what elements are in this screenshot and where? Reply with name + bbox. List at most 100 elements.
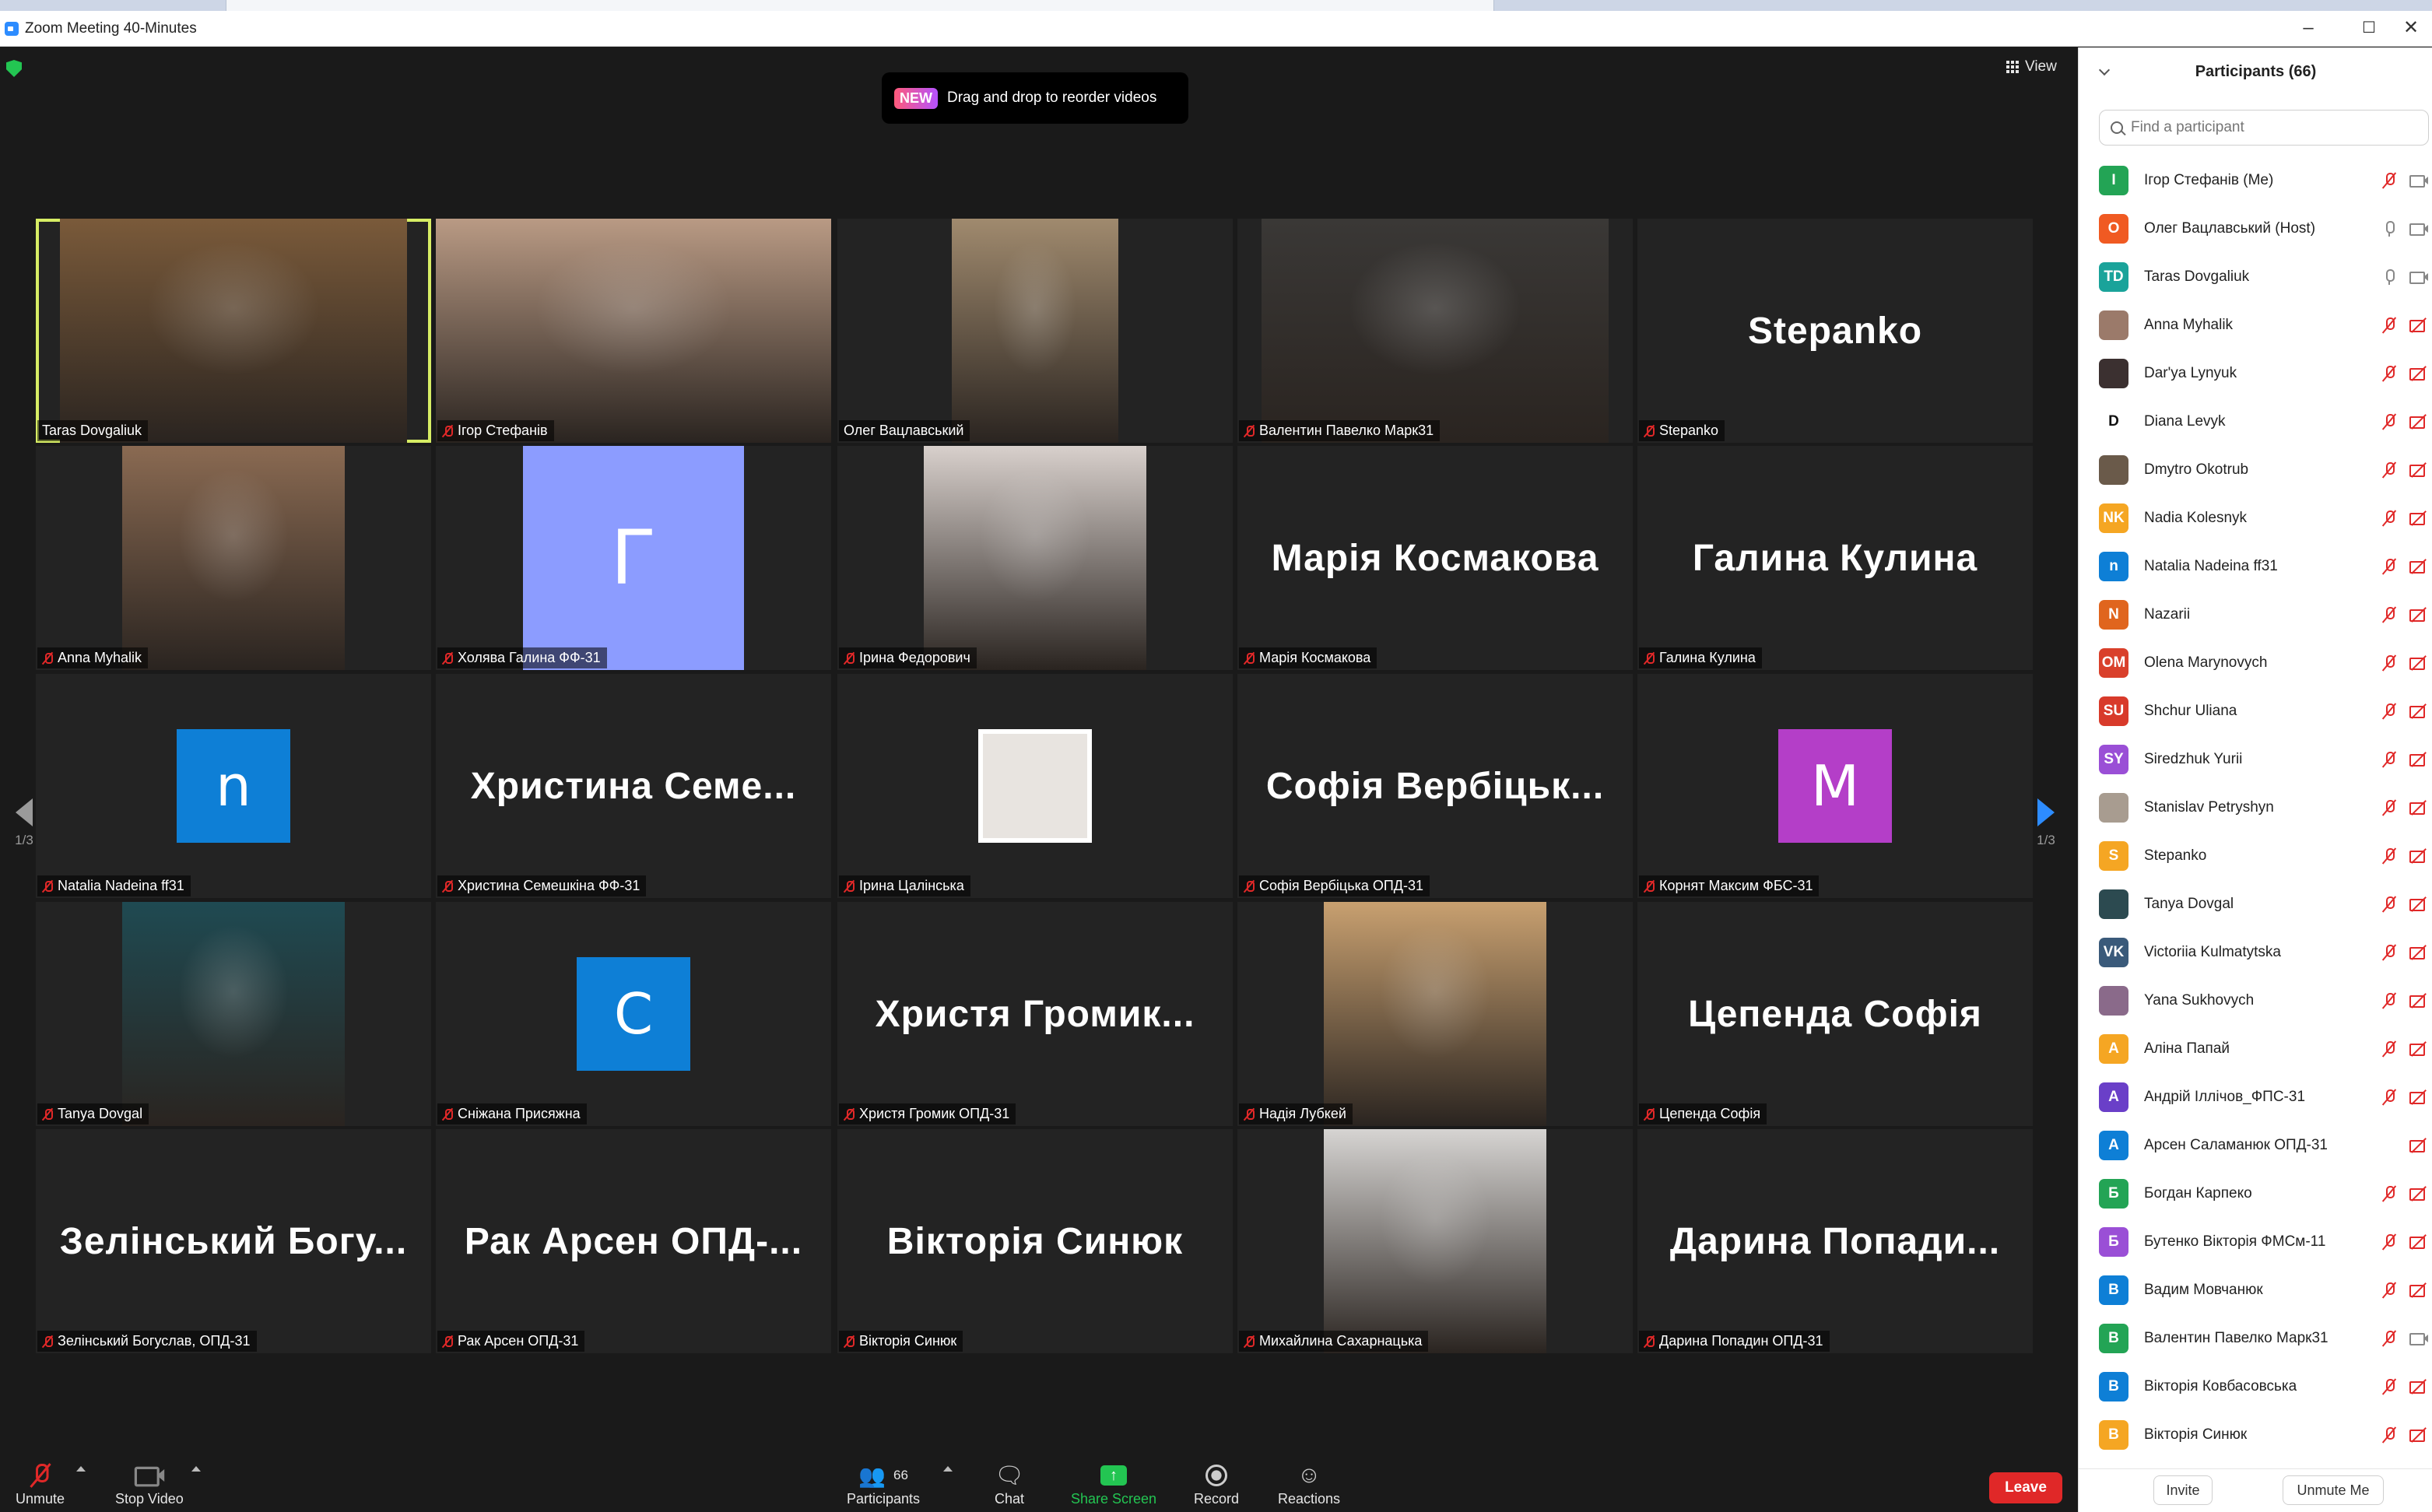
participant-row[interactable]: Anna Myhalik bbox=[2099, 301, 2429, 349]
video-tile[interactable]: Г Холява Галина ФФ-31 bbox=[436, 446, 831, 670]
participant-row[interactable]: OM Olena Marynovych bbox=[2099, 639, 2429, 687]
participant-status-icons bbox=[2381, 896, 2429, 913]
video-tile[interactable]: Христя Громик... Христя Громик ОПД-31 bbox=[837, 902, 1233, 1126]
participant-row[interactable]: Stanislav Petryshyn bbox=[2099, 784, 2429, 832]
chat-button[interactable]: 🗨 Chat bbox=[995, 1460, 1024, 1507]
video-tile[interactable]: Михайлина Сахарнацька bbox=[1237, 1129, 1633, 1353]
tile-name-label: Stepanko bbox=[1639, 420, 1725, 441]
reorder-toast: NEW Drag and drop to reorder videos bbox=[882, 72, 1188, 124]
participant-video bbox=[1324, 902, 1546, 1126]
minimize-button[interactable]: – bbox=[2285, 17, 2332, 40]
chat-label: Chat bbox=[995, 1491, 1025, 1507]
tile-name-label: Taras Dovgaliuk bbox=[37, 420, 149, 441]
mic-muted-icon bbox=[2381, 751, 2398, 768]
video-tile[interactable]: Цепенда Софія Цепенда Софія bbox=[1637, 902, 2033, 1126]
participant-name: Victoriia Kulmatytska bbox=[2144, 944, 2281, 960]
mic-muted-icon bbox=[2381, 703, 2398, 720]
participants-options-caret[interactable] bbox=[943, 1466, 953, 1472]
mic-muted-icon bbox=[1644, 880, 1655, 893]
video-tile[interactable]: Stepanko Stepanko bbox=[1637, 219, 2033, 443]
participant-row[interactable]: A Аліна Папай bbox=[2099, 1025, 2429, 1073]
mic-muted-icon bbox=[2381, 1378, 2398, 1395]
participant-row[interactable]: NK Nadia Kolesnyk bbox=[2099, 494, 2429, 542]
page-indicator-left: 1/3 bbox=[15, 833, 33, 847]
participant-row[interactable]: A Андрій Іллічов_ФПС-31 bbox=[2099, 1073, 2429, 1121]
video-tile[interactable]: Надія Лубкей bbox=[1237, 902, 1633, 1126]
video-options-caret[interactable] bbox=[191, 1466, 201, 1472]
avatar: A bbox=[2099, 1082, 2128, 1112]
search-icon bbox=[2111, 121, 2123, 134]
participant-row[interactable]: Dmytro Okotrub bbox=[2099, 446, 2429, 494]
participant-row[interactable]: VK Victoriia Kulmatytska bbox=[2099, 928, 2429, 977]
new-badge: NEW bbox=[894, 87, 938, 109]
participant-row[interactable]: Б Бутенко Вікторія ФМСм-11 bbox=[2099, 1218, 2429, 1266]
participant-row[interactable]: B Валентин Павелко Марк31 bbox=[2099, 1314, 2429, 1363]
video-tile[interactable]: Олег Вацлавський bbox=[837, 219, 1233, 443]
close-button[interactable]: ✕ bbox=[2388, 17, 2432, 40]
participant-row[interactable]: A Арсен Саламанюк ОПД-31 bbox=[2099, 1121, 2429, 1170]
record-button[interactable]: Record bbox=[1194, 1460, 1239, 1507]
participant-row[interactable]: D Diana Levyk bbox=[2099, 398, 2429, 446]
participant-row[interactable]: S Stepanko bbox=[2099, 832, 2429, 880]
participant-name: Natalia Nadeina ff31 bbox=[2144, 558, 2278, 574]
participant-search[interactable] bbox=[2099, 110, 2429, 146]
participant-row[interactable]: Б Богдан Карпеко bbox=[2099, 1170, 2429, 1218]
participant-row[interactable]: Tanya Dovgal bbox=[2099, 880, 2429, 928]
video-tile[interactable]: Tanya Dovgal bbox=[36, 902, 431, 1126]
participant-row[interactable]: I Ігор Стефанів (Me) bbox=[2099, 156, 2429, 205]
participant-video bbox=[1262, 219, 1609, 443]
view-button[interactable]: View bbox=[2006, 58, 2057, 75]
next-page-button[interactable]: 1/3 bbox=[2033, 798, 2059, 861]
mic-muted-icon bbox=[2381, 461, 2398, 479]
participant-row[interactable]: O Олег Вацлавський (Host) bbox=[2099, 205, 2429, 253]
video-tile[interactable]: M Корнят Максим ФБС-31 bbox=[1637, 674, 2033, 898]
video-tile[interactable]: C Сніжана Присяжна bbox=[436, 902, 831, 1126]
participant-name: Taras Dovgaliuk bbox=[2144, 268, 2250, 285]
participant-row[interactable]: n Natalia Nadeina ff31 bbox=[2099, 542, 2429, 591]
audio-options-caret[interactable] bbox=[76, 1466, 86, 1472]
share-screen-button[interactable]: ↑ Share Screen bbox=[1071, 1460, 1156, 1507]
video-tile[interactable]: Марія Космакова Марія Космакова bbox=[1237, 446, 1633, 670]
participant-name: Dmytro Okotrub bbox=[2144, 461, 2249, 478]
video-tile[interactable]: Anna Myhalik bbox=[36, 446, 431, 670]
video-tile[interactable]: Ірина Цалінська bbox=[837, 674, 1233, 898]
unmute-button[interactable]: Unmute bbox=[16, 1460, 65, 1507]
mic-muted-icon bbox=[442, 880, 453, 893]
prev-page-button[interactable]: 1/3 bbox=[11, 798, 37, 861]
video-tile[interactable]: n Natalia Nadeina ff31 bbox=[36, 674, 431, 898]
participant-row[interactable]: B Вадим Мовчанюк bbox=[2099, 1266, 2429, 1314]
participant-row[interactable]: SY Siredzhuk Yurii bbox=[2099, 735, 2429, 784]
participant-row[interactable]: Yana Sukhovych bbox=[2099, 977, 2429, 1025]
video-tile[interactable]: Христина Семе... Христина Семешкіна ФФ-31 bbox=[436, 674, 831, 898]
video-tile[interactable]: Taras Dovgaliuk bbox=[36, 219, 431, 443]
tile-name-label: Ірина Федорович bbox=[839, 647, 977, 668]
video-tile[interactable]: Галина Кулина Галина Кулина bbox=[1637, 446, 2033, 670]
participants-button[interactable]: 👥 66 Participants bbox=[847, 1460, 920, 1507]
encryption-shield-icon[interactable] bbox=[6, 60, 22, 77]
participant-status-icons bbox=[2381, 1426, 2429, 1444]
video-tile[interactable]: Рак Арсен ОПД-... Рак Арсен ОПД-31 bbox=[436, 1129, 831, 1353]
participant-row[interactable]: SU Shchur Uliana bbox=[2099, 687, 2429, 735]
invite-button[interactable]: Invite bbox=[2153, 1475, 2213, 1505]
participant-row[interactable]: TD Taras Dovgaliuk bbox=[2099, 253, 2429, 301]
participant-row[interactable]: B Вікторія Синюк bbox=[2099, 1411, 2429, 1459]
mic-muted-icon bbox=[2381, 1330, 2398, 1347]
participant-status-icons bbox=[2381, 1378, 2429, 1395]
search-input[interactable] bbox=[2131, 119, 2411, 136]
video-tile[interactable]: Дарина Попади... Дарина Попадин ОПД-31 bbox=[1637, 1129, 2033, 1353]
stop-video-button[interactable]: Stop Video bbox=[115, 1460, 184, 1507]
maximize-button[interactable]: ☐ bbox=[2346, 17, 2392, 40]
participant-row[interactable]: B Вікторія Ковбасовська bbox=[2099, 1363, 2429, 1411]
participant-row[interactable]: Dar'ya Lynyuk bbox=[2099, 349, 2429, 398]
unmute-me-button[interactable]: Unmute Me bbox=[2283, 1475, 2384, 1505]
video-tile[interactable]: Софія Вербіцьк... Софія Вербіцька ОПД-31 bbox=[1237, 674, 1633, 898]
video-tile[interactable]: Ірина Федорович bbox=[837, 446, 1233, 670]
participant-name: Валентин Павелко Марк31 bbox=[2144, 1330, 2328, 1346]
video-tile[interactable]: Ігор Стефанів bbox=[436, 219, 831, 443]
video-tile[interactable]: Зелінський Богу... Зелінський Богуслав, О… bbox=[36, 1129, 431, 1353]
reactions-button[interactable]: ☺ Reactions bbox=[1278, 1460, 1340, 1507]
video-tile[interactable]: Вікторія Синюк Вікторія Синюк bbox=[837, 1129, 1233, 1353]
leave-button[interactable]: Leave bbox=[1989, 1472, 2062, 1503]
video-tile[interactable]: Валентин Павелко Марк31 bbox=[1237, 219, 1633, 443]
participant-row[interactable]: N Nazarii bbox=[2099, 591, 2429, 639]
